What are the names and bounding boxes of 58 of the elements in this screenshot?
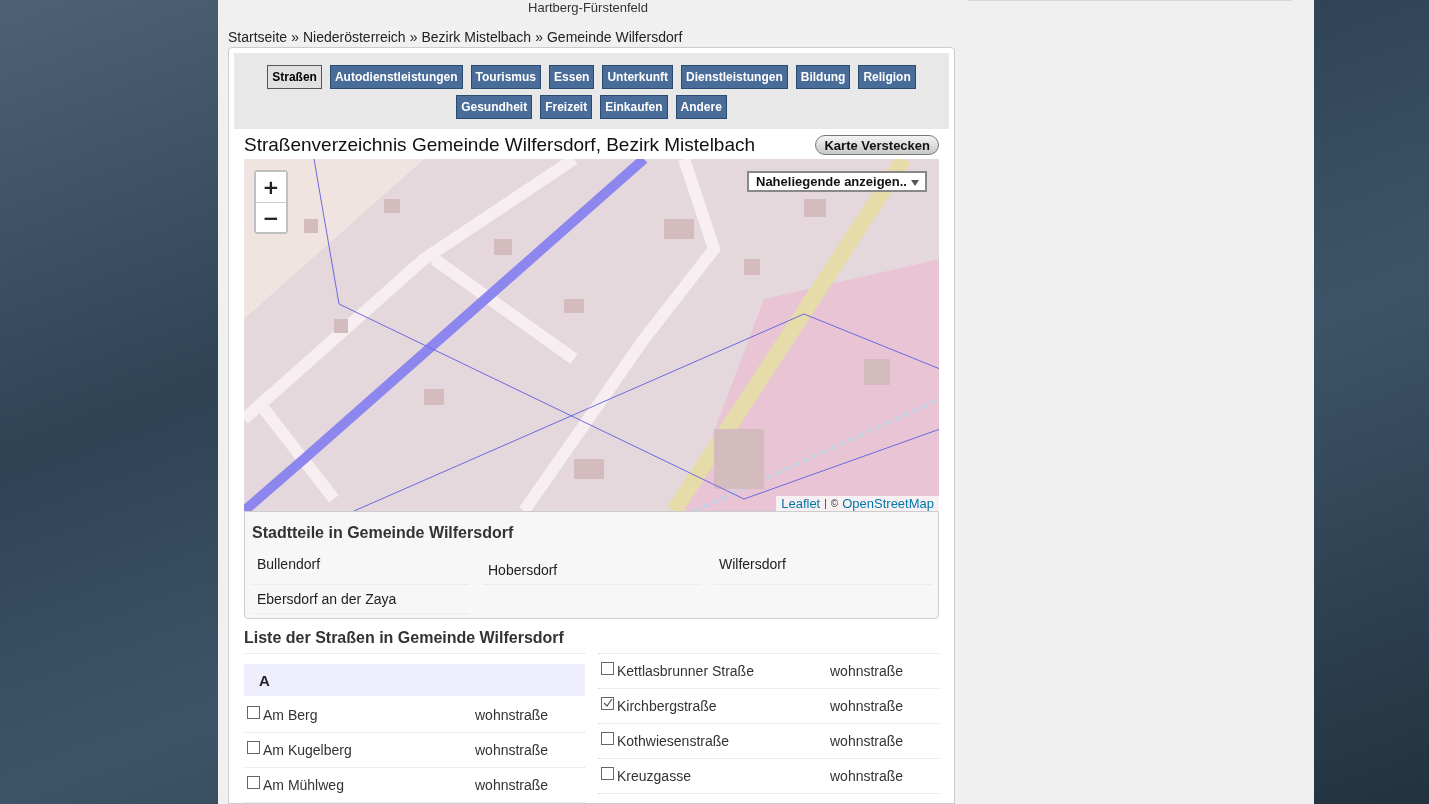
category-tab[interactable]: Autodienstleistungen bbox=[329, 65, 463, 89]
breadcrumb-separator: » bbox=[535, 28, 543, 45]
breadcrumb-separator: » bbox=[291, 28, 299, 45]
street-name: Am Berg bbox=[263, 707, 318, 723]
district-item: Ebersdorf an der Zaya bbox=[252, 585, 469, 614]
street-checkbox[interactable] bbox=[601, 731, 614, 745]
street-type: wohnstraße bbox=[475, 777, 550, 793]
street-name: Am Kugelberg bbox=[263, 742, 352, 758]
street-checkbox[interactable] bbox=[247, 775, 260, 789]
openstreetmap-link[interactable]: OpenStreetMap bbox=[842, 496, 934, 511]
nearby-dropdown[interactable]: Naheliegende anzeigen.. bbox=[747, 171, 927, 192]
street-type: wohnstraße bbox=[830, 768, 905, 784]
districts-heading: Stadtteile in Gemeinde Wilfersdorf bbox=[252, 524, 515, 542]
street-checkbox[interactable] bbox=[601, 661, 614, 675]
check-icon bbox=[602, 698, 613, 708]
leaflet-link[interactable]: Leaflet bbox=[781, 496, 821, 511]
category-tab[interactable]: Freizeit bbox=[540, 95, 593, 119]
attribution-separator: | bbox=[824, 498, 827, 509]
letter-header: A bbox=[244, 664, 585, 696]
zoom-out-button[interactable]: − bbox=[256, 202, 286, 232]
breadcrumb-link[interactable]: Gemeinde Wilfersdorf bbox=[546, 28, 683, 45]
street-name: Am Mühlweg bbox=[263, 777, 344, 793]
category-tab[interactable]: Gesundheit bbox=[456, 95, 533, 119]
copyright-sign: © bbox=[830, 498, 839, 509]
street-type: wohnstraße bbox=[830, 733, 905, 749]
street-type: wohnstraße bbox=[830, 663, 905, 679]
map-title: Straßenverzeichnis Gemeinde Wilfersdorf, Bezirk Mistelbach bbox=[244, 134, 756, 156]
category-tab[interactable]: Bildung bbox=[795, 65, 851, 89]
category-tab[interactable]: Straßen bbox=[267, 65, 322, 89]
breadcrumb-link[interactable]: Bezirk Mistelbach bbox=[421, 28, 532, 45]
street-name: Kirchbergstraße bbox=[617, 698, 717, 714]
breadcrumb-link[interactable]: Niederösterreich bbox=[302, 28, 406, 45]
hide-map-button[interactable]: Karte Verstecken bbox=[815, 135, 939, 155]
category-tab[interactable]: Essen bbox=[549, 65, 595, 89]
street-type: wohnstraße bbox=[475, 707, 550, 723]
street-name: Kettlasbrunner Straße bbox=[617, 663, 754, 679]
street-checkbox[interactable] bbox=[601, 696, 614, 710]
category-tab[interactable]: Religion bbox=[858, 65, 916, 89]
category-tab[interactable]: Einkaufen bbox=[600, 95, 668, 119]
district-item: Wilfersdorf bbox=[714, 550, 931, 585]
street-type: wohnstraße bbox=[475, 742, 550, 758]
district-item: Bullendorf bbox=[252, 550, 469, 585]
category-tab[interactable]: Tourismus bbox=[470, 65, 542, 89]
category-tab[interactable]: Andere bbox=[675, 95, 727, 119]
district-item: Hobersdorf bbox=[483, 556, 700, 585]
breadcrumb-separator: » bbox=[409, 28, 418, 45]
breadcrumb-link[interactable]: Startseite bbox=[228, 28, 288, 45]
street-checkbox[interactable] bbox=[601, 766, 614, 780]
street-name: Kothwiesenstraße bbox=[617, 733, 730, 749]
street-list-heading: Liste der Straßen in Gemeinde Wilfersdorf bbox=[244, 629, 565, 647]
street-checkbox[interactable] bbox=[247, 705, 260, 719]
caret-icon bbox=[911, 180, 919, 186]
street-type: wohnstraße bbox=[830, 698, 905, 714]
category-tab[interactable]: Unterkunft bbox=[602, 65, 674, 89]
category-tab[interactable]: Dienstleistungen bbox=[681, 65, 788, 89]
region-heading: Hartberg-Fürstenfeld bbox=[527, 0, 649, 16]
street-name: Kreuzgasse bbox=[617, 768, 691, 784]
street-checkbox[interactable] bbox=[247, 740, 260, 754]
